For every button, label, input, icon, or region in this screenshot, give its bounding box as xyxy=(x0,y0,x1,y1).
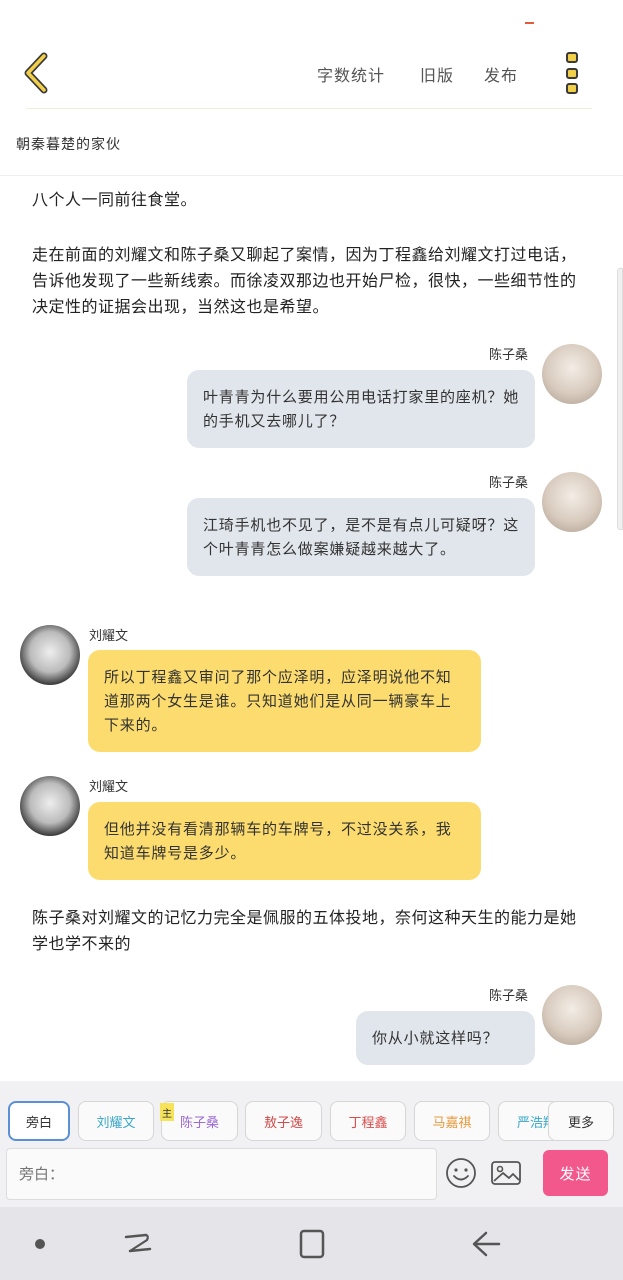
avatar[interactable] xyxy=(542,985,602,1045)
recent-apps-icon[interactable] xyxy=(118,1227,158,1261)
narration-paragraph: 走在前面的刘耀文和陈子桑又聊起了案情，因为丁程鑫给刘耀文打过电话，告诉他发现了一… xyxy=(32,245,577,316)
speaker-name: 陈子桑 xyxy=(489,989,529,1004)
chat-bubble-right[interactable]: 你从小就这样吗？ xyxy=(356,1011,535,1065)
speaker-name: 刘耀文 xyxy=(89,629,129,644)
publish-link[interactable]: 发布 xyxy=(484,62,518,86)
word-count-link[interactable]: 字数统计 xyxy=(317,62,385,86)
chat-bubble-right[interactable]: 叶青青为什么要用公用电话打家里的座机？她的手机又去哪儿了？ xyxy=(187,370,535,448)
image-icon[interactable] xyxy=(489,1156,523,1190)
avatar[interactable] xyxy=(20,776,80,836)
book-title: 朝秦暮楚的家伙 xyxy=(16,137,121,153)
status-indicator xyxy=(525,22,534,24)
main-character-badge: 主 xyxy=(160,1103,174,1121)
old-version-link[interactable]: 旧版 xyxy=(420,62,454,86)
content-divider xyxy=(0,175,623,176)
speaker-name: 陈子桑 xyxy=(489,476,529,491)
more-characters-button[interactable]: 更多 xyxy=(548,1101,614,1141)
topbar-divider xyxy=(26,108,592,109)
character-chip[interactable]: 丁程鑫 xyxy=(330,1101,406,1141)
home-icon[interactable] xyxy=(292,1227,332,1261)
character-chip[interactable]: 敖子逸 xyxy=(245,1101,322,1141)
back-chevron-icon[interactable] xyxy=(20,52,54,94)
top-bar: 字数统计 旧版 发布 xyxy=(0,40,623,110)
back-arrow-icon[interactable] xyxy=(466,1227,506,1261)
speaker-name: 陈子桑 xyxy=(489,348,529,363)
more-vertical-icon[interactable] xyxy=(566,52,580,94)
send-button[interactable]: 发送 xyxy=(543,1150,608,1196)
system-navigation-bar xyxy=(0,1207,623,1280)
character-chip-narrator[interactable]: 旁白 xyxy=(8,1101,70,1141)
speaker-name: 刘耀文 xyxy=(89,780,129,795)
message-input[interactable] xyxy=(6,1148,437,1200)
scrollbar[interactable] xyxy=(617,268,623,530)
chat-bubble-left[interactable]: 所以丁程鑫又审问了那个应泽明，应泽明说他不知道那两个女生是谁。只知道她们是从同一… xyxy=(88,650,481,752)
chat-bubble-right[interactable]: 江琦手机也不见了，是不是有点儿可疑呀？这个叶青青怎么做案嫌疑越来越大了。 xyxy=(187,498,535,576)
character-chip[interactable]: 刘耀文 xyxy=(78,1101,154,1141)
narration-paragraph: 八个人一同前往食堂。 xyxy=(32,190,198,209)
avatar[interactable] xyxy=(542,344,602,404)
chat-bubble-left[interactable]: 但他并没有看清那辆车的车牌号，不过没关系，我知道车牌号是多少。 xyxy=(88,802,481,880)
avatar[interactable] xyxy=(542,472,602,532)
avatar[interactable] xyxy=(20,625,80,685)
emoji-icon[interactable] xyxy=(444,1156,478,1190)
character-chip[interactable]: 马嘉祺 xyxy=(414,1101,490,1141)
dot-icon[interactable] xyxy=(20,1227,60,1261)
narration-paragraph: 陈子桑对刘耀文的记忆力完全是佩服的五体投地，奈何这种天生的能力是她学也学不来的 xyxy=(32,908,577,953)
